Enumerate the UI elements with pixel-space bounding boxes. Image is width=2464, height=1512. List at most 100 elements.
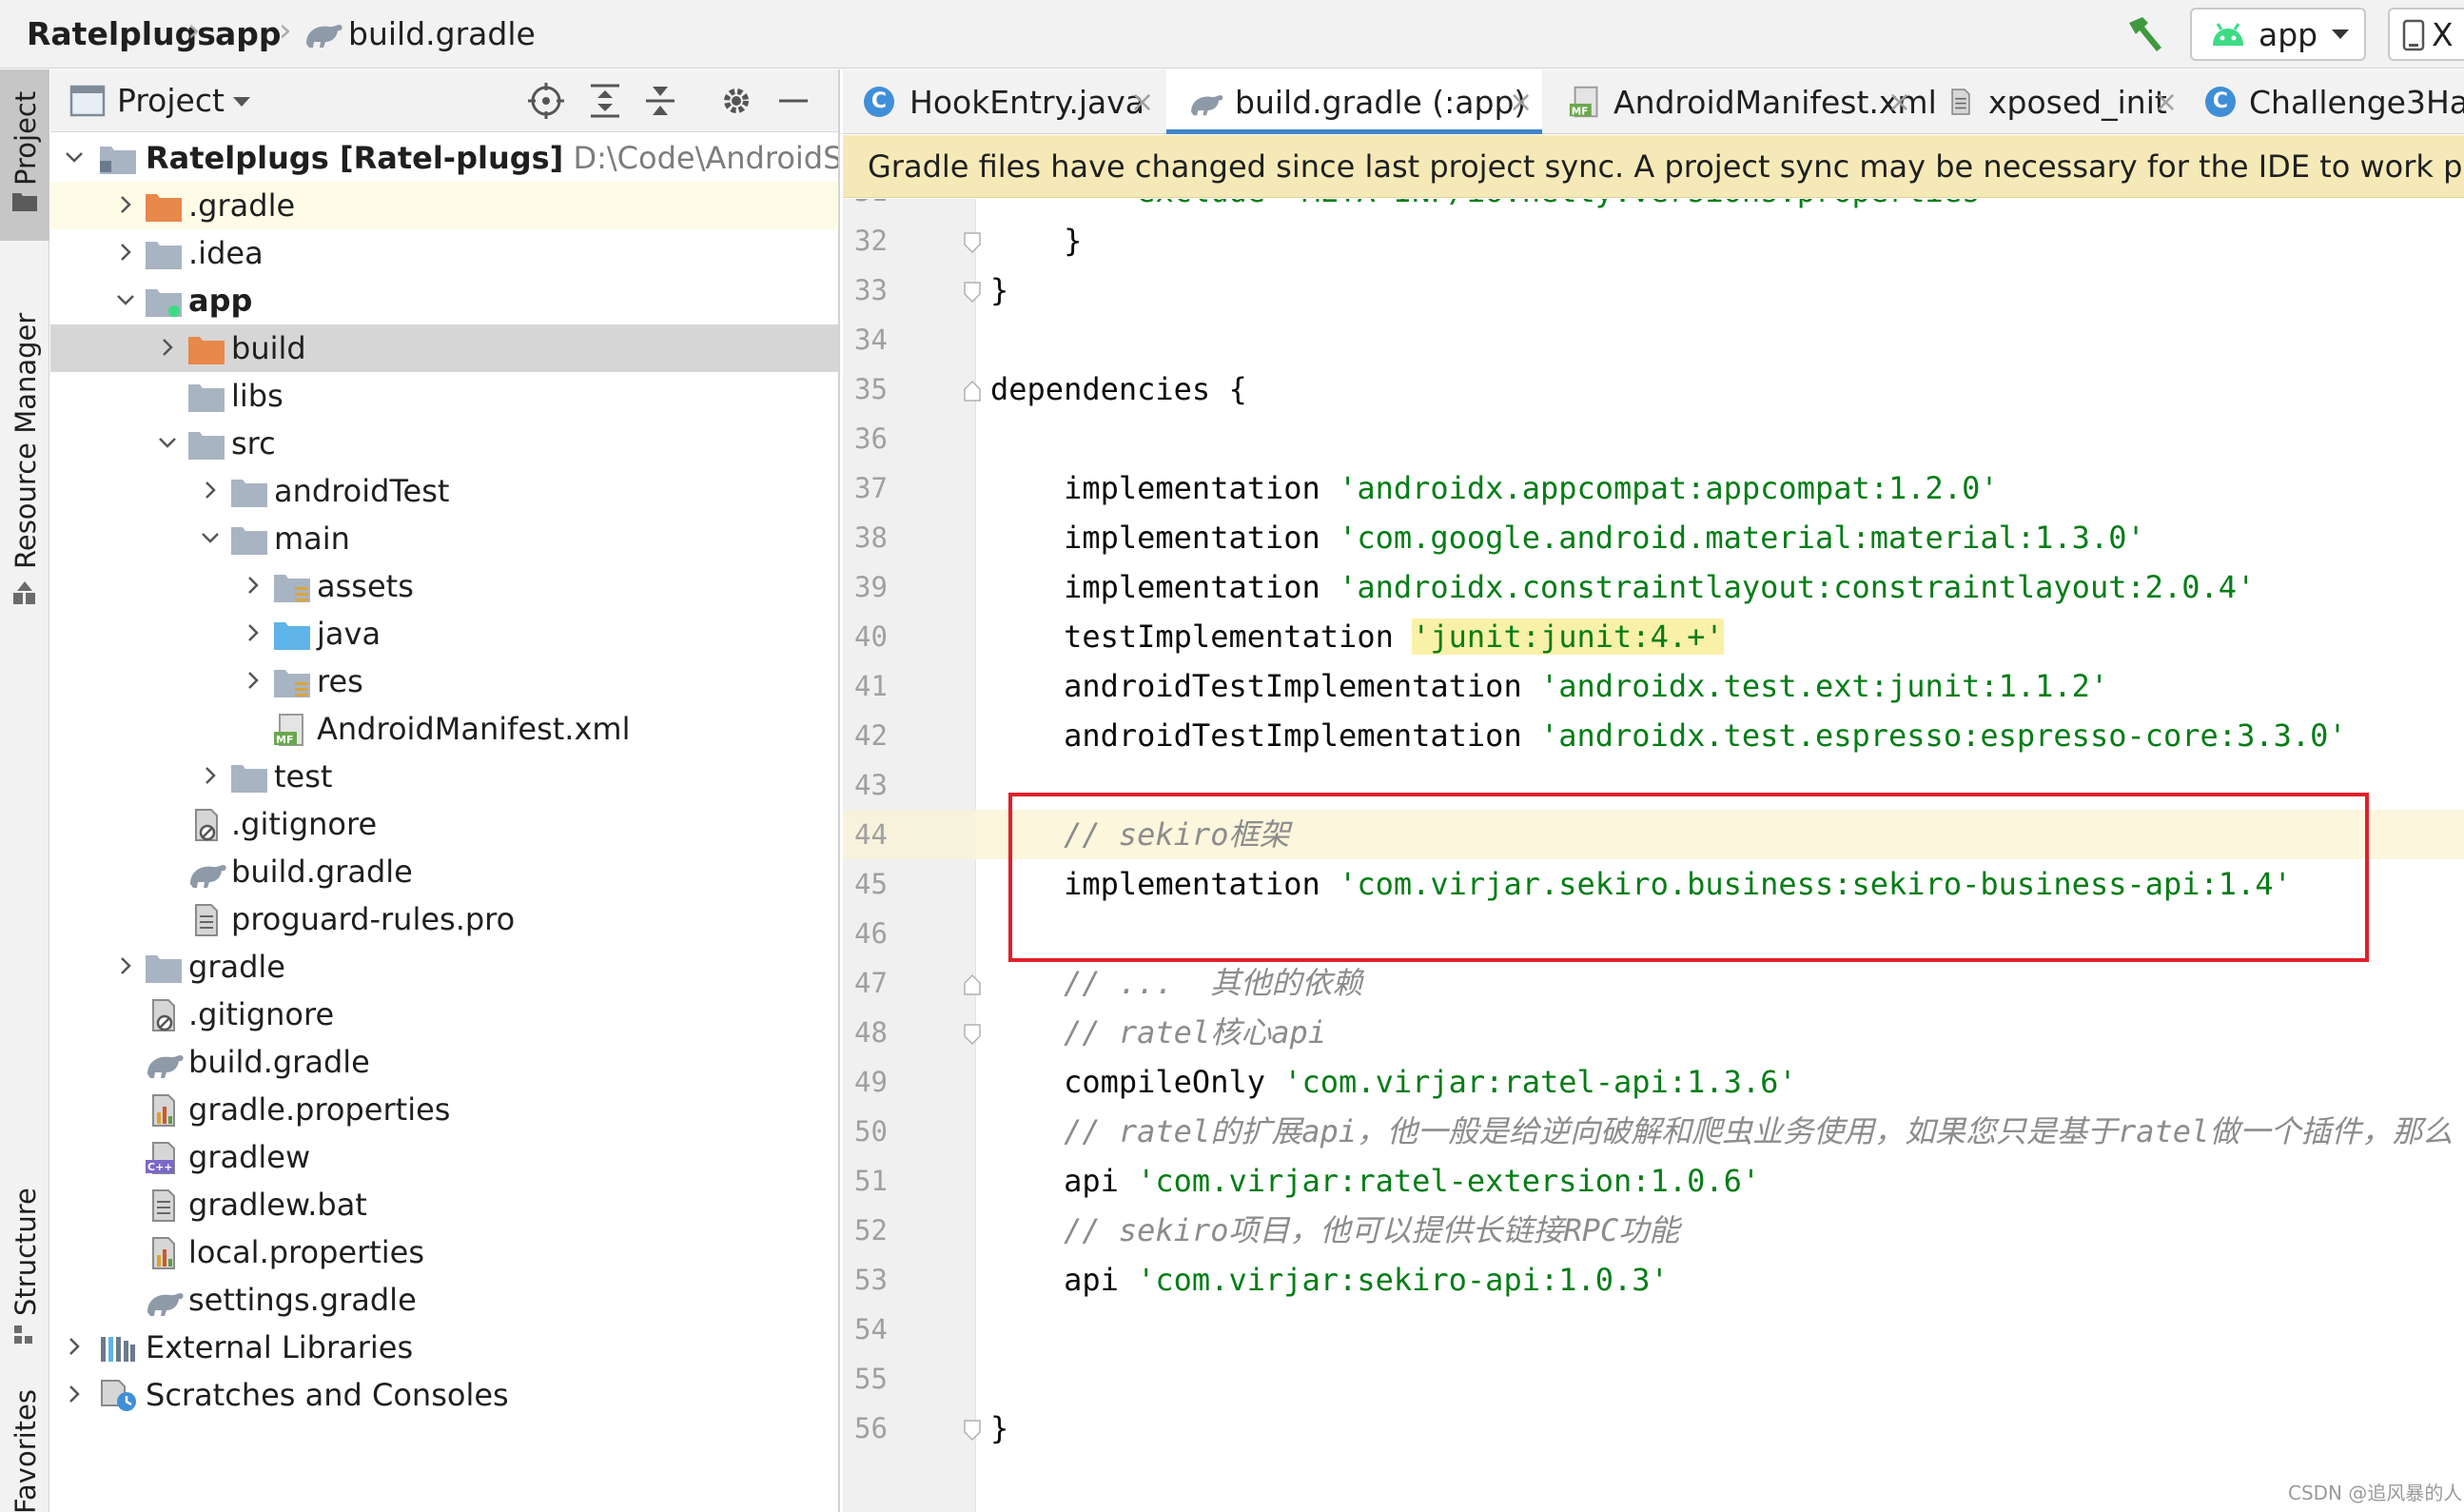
tree-item-assets[interactable]: assets <box>50 562 838 610</box>
breadcrumb-module[interactable]: app <box>215 13 282 55</box>
code-line[interactable]: 53 api 'com.virjar:sekiro-api:1.0.3' <box>843 1255 2464 1305</box>
tab-label: Challenge3Ha <box>2249 84 2464 121</box>
text-file-icon <box>195 904 218 936</box>
code-line[interactable]: 34 <box>843 315 2464 364</box>
tab-hookentry-java[interactable]: C HookEntry.java × <box>843 69 1163 134</box>
tree-item-gradle-folder[interactable]: gradle <box>50 943 838 991</box>
fold-marker-icon[interactable] <box>963 281 982 304</box>
tree-item-settings-gradle[interactable]: settings.gradle <box>50 1276 838 1324</box>
tree-item-androidtest[interactable]: androidTest <box>50 467 838 515</box>
tree-item-scratches[interactable]: Scratches and Consoles <box>50 1371 838 1419</box>
folder-orange-icon <box>146 194 182 222</box>
close-icon[interactable]: × <box>1887 83 1911 123</box>
tree-item-idea[interactable]: .idea <box>50 229 838 277</box>
code-line[interactable]: 51 api 'com.virjar:ratel-extersion:1.0.6… <box>843 1156 2464 1206</box>
tree-item-label: gradle.properties <box>188 1091 451 1128</box>
code-line[interactable]: 55 <box>843 1354 2464 1404</box>
code-line[interactable]: 39 implementation 'androidx.constraintla… <box>843 562 2464 612</box>
code-line[interactable]: 50 // ratel的扩展api，他一般是给逆向破解和爬虫业务使用，如果您只是… <box>843 1107 2464 1156</box>
gear-icon[interactable] <box>716 81 756 121</box>
line-number: 49 <box>854 1066 888 1098</box>
tab-xposed-init[interactable]: xposed_init × <box>1927 69 2189 134</box>
code-line[interactable]: 47 // ... 其他的依赖 <box>843 958 2464 1008</box>
tree-item-label: test <box>274 758 333 795</box>
code-line[interactable]: 37 implementation 'androidx.appcompat:ap… <box>843 463 2464 513</box>
tree-item-gradle-properties[interactable]: gradle.properties <box>50 1086 838 1133</box>
code-line[interactable]: 41 androidTestImplementation 'androidx.t… <box>843 661 2464 711</box>
tree-item-local-properties[interactable]: local.properties <box>50 1228 838 1276</box>
properties-icon <box>152 1094 175 1127</box>
line-number: 31 <box>843 199 976 216</box>
tree-item-test[interactable]: test <box>50 753 838 800</box>
tree-item-gradlew-bat[interactable]: gradlew.bat <box>50 1181 838 1228</box>
tree-item-libs[interactable]: libs <box>50 372 838 420</box>
highlight-annotation-box <box>1008 793 2369 962</box>
tab-build-gradle-app[interactable]: build.gradle (:app) × <box>1166 69 1542 134</box>
tree-item-proguard-rules[interactable]: proguard-rules.pro <box>50 895 838 943</box>
code-line[interactable]: 48 // ratel核心api <box>843 1008 2464 1057</box>
tree-item-external-libraries[interactable]: External Libraries <box>50 1324 838 1371</box>
chevron-right-icon <box>248 577 259 594</box>
code-line[interactable]: 56 } <box>843 1404 2464 1453</box>
project-panel: Project Ratelplugs [Ratel-plugs] D:\Code… <box>50 69 840 1512</box>
resource-manager-tool-tab[interactable]: Resource Manager <box>0 250 49 621</box>
project-tool-tab[interactable]: Project <box>0 69 49 241</box>
tree-item-android-manifest[interactable]: MF AndroidManifest.xml <box>50 705 838 753</box>
tree-item-app-gitignore[interactable]: .gitignore <box>50 800 838 848</box>
tree-item-root-gitignore[interactable]: .gitignore <box>50 991 838 1038</box>
android-icon <box>2213 23 2243 46</box>
tree-item-gradlew[interactable]: C++ gradlew <box>50 1133 838 1181</box>
minimize-icon[interactable] <box>773 81 813 121</box>
tree-item-app[interactable]: app <box>50 277 838 324</box>
code-line[interactable]: 42 androidTestImplementation 'androidx.t… <box>843 711 2464 760</box>
tree-item-project-root[interactable]: Ratelplugs [Ratel-plugs] D:\Code\Android… <box>50 134 840 182</box>
collapse-all-icon[interactable] <box>640 81 680 121</box>
device-selector[interactable]: X <box>2388 8 2464 61</box>
fold-marker-icon[interactable] <box>963 1023 982 1046</box>
code-line[interactable]: 40 testImplementation 'junit:junit:4.+' <box>843 612 2464 661</box>
run-configuration-selector[interactable]: app <box>2190 8 2366 61</box>
manifest-icon: MF <box>1569 86 1598 117</box>
tab-challenge3[interactable]: C Challenge3Ha <box>2194 69 2464 134</box>
tree-item-build[interactable]: build <box>50 324 838 372</box>
fold-marker-icon[interactable] <box>963 231 982 254</box>
tab-android-manifest[interactable]: MF AndroidManifest.xml × <box>1547 69 1937 134</box>
tree-item-java[interactable]: java <box>50 610 838 658</box>
code-text: exclude 'META-INF/io.netty.versions.prop… <box>990 199 1998 216</box>
fold-marker-icon[interactable] <box>963 1419 982 1442</box>
tree-item-src[interactable]: src <box>50 420 838 467</box>
close-icon[interactable]: × <box>1130 83 1154 123</box>
tree-item-root-build-gradle[interactable]: build.gradle <box>50 1038 838 1086</box>
line-number: 37 <box>854 472 888 504</box>
expand-all-icon[interactable] <box>585 81 625 121</box>
line-number: 48 <box>854 1016 888 1049</box>
tree-item-main[interactable]: main <box>50 515 838 562</box>
favorites-tool-tab[interactable]: Favorites <box>0 1335 49 1512</box>
build-hammer-icon[interactable] <box>2123 13 2167 55</box>
tree-item-path: D:\Code\AndroidStudio\ <box>573 140 840 176</box>
close-icon[interactable]: × <box>1509 83 1533 123</box>
tree-item-dot-gradle[interactable]: .gradle <box>50 182 838 229</box>
line-number: 52 <box>854 1214 888 1247</box>
tree-item-res[interactable]: res <box>50 658 838 705</box>
fold-marker-icon[interactable] <box>963 380 982 403</box>
fold-marker-icon[interactable] <box>963 973 982 996</box>
close-icon[interactable]: × <box>2154 83 2178 123</box>
code-line[interactable]: 54 <box>843 1305 2464 1354</box>
tree-item-label: gradlew <box>188 1139 311 1175</box>
code-line[interactable]: 38 implementation 'com.google.android.ma… <box>843 513 2464 562</box>
locate-file-icon[interactable] <box>526 81 566 121</box>
line-number: 33 <box>854 274 888 306</box>
code-line[interactable]: 35 dependencies { <box>843 364 2464 414</box>
chevron-down-icon[interactable] <box>231 94 252 109</box>
code-line[interactable]: 49 compileOnly 'com.virjar:ratel-api:1.3… <box>843 1057 2464 1107</box>
breadcrumb-file[interactable]: build.gradle <box>348 13 536 55</box>
code-line[interactable]: 31 exclude 'META-INF/io.netty.versions.p… <box>843 199 2464 216</box>
code-line[interactable]: 36 <box>843 414 2464 463</box>
tree-item-app-build-gradle[interactable]: build.gradle <box>50 848 838 895</box>
code-line[interactable]: 33 } <box>843 265 2464 315</box>
gitignore-icon <box>152 999 175 1031</box>
code-line[interactable]: 32 } <box>843 216 2464 265</box>
project-view-title[interactable]: Project <box>117 81 225 121</box>
code-line[interactable]: 52 // sekiro项目，他可以提供长链接RPC功能 <box>843 1206 2464 1255</box>
